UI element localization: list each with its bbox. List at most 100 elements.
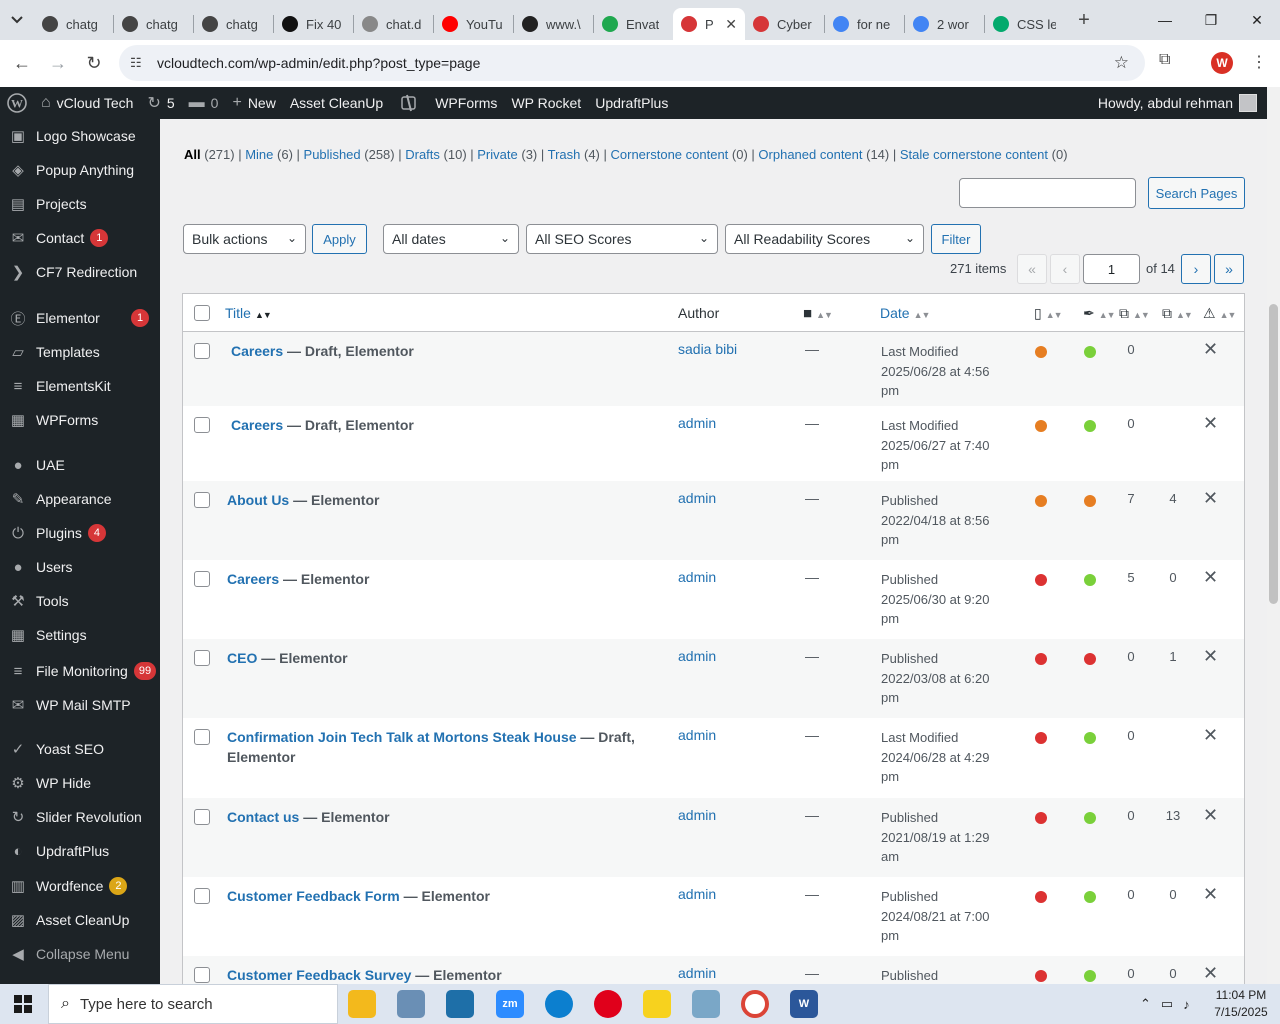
page-title-link[interactable]: Careers xyxy=(231,417,283,433)
browser-tab[interactable]: CSS le xyxy=(985,8,1064,40)
search-input[interactable] xyxy=(959,178,1136,208)
sidebar-item-elementskit[interactable]: ≡ ElementsKit xyxy=(0,369,160,403)
sidebar-item-wp-mail-smtp[interactable]: ✉ WP Mail SMTP xyxy=(0,688,160,722)
admin-bar-wpforms[interactable]: WPForms xyxy=(428,87,504,119)
wordpress-logo-icon[interactable]: W xyxy=(0,87,34,119)
title-column-header[interactable]: Title ▲▼ xyxy=(225,305,272,321)
incoming-links-column-header[interactable]: ⧉ ▲▼ xyxy=(1162,305,1193,322)
taskbar-clock[interactable]: 11:04 PM 7/15/2025 xyxy=(1210,987,1272,1021)
sidebar-item-popup-anything[interactable]: ◈ Popup Anything xyxy=(0,153,160,187)
author-link[interactable]: admin xyxy=(678,727,716,743)
view-mine[interactable]: Mine xyxy=(245,147,273,162)
row-checkbox[interactable] xyxy=(194,888,210,904)
sidebar-item-tools[interactable]: ⚒ Tools xyxy=(0,584,160,618)
view-stale-cornerstone-content[interactable]: Stale cornerstone content xyxy=(900,147,1048,162)
next-page-button[interactable]: › xyxy=(1181,254,1211,284)
close-icon[interactable]: ✕ xyxy=(1203,805,1218,826)
author-link[interactable]: admin xyxy=(678,807,716,823)
address-url[interactable]: vcloudtech.com/wp-admin/edit.php?post_ty… xyxy=(157,55,480,71)
page-title-link[interactable]: CEO xyxy=(227,650,257,666)
app-icon-3[interactable] xyxy=(692,990,720,1018)
opera-icon[interactable] xyxy=(594,990,622,1018)
zoom-icon[interactable]: zm xyxy=(496,990,524,1018)
select-all-checkbox[interactable] xyxy=(194,305,210,321)
view-private[interactable]: Private xyxy=(477,147,517,162)
author-link[interactable]: sadia bibi xyxy=(678,341,737,357)
chrome-menu-icon[interactable]: ⋮ xyxy=(1251,52,1267,72)
app-icon-2[interactable] xyxy=(446,990,474,1018)
sidebar-item-slider-revolution[interactable]: ↻ Slider Revolution xyxy=(0,800,160,834)
view-trash[interactable]: Trash xyxy=(548,147,581,162)
file-explorer-icon[interactable] xyxy=(348,990,376,1018)
profile-avatar[interactable]: W xyxy=(1211,52,1233,74)
tray-chevron-icon[interactable]: ⌃ xyxy=(1140,996,1151,1012)
browser-tab[interactable]: P ✕ xyxy=(673,8,745,40)
author-link[interactable]: admin xyxy=(678,415,716,431)
filter-button[interactable]: Filter xyxy=(931,224,981,254)
page-title-link[interactable]: About Us xyxy=(227,492,289,508)
page-title-link[interactable]: Contact us xyxy=(227,809,299,825)
browser-tab[interactable]: Envat xyxy=(594,8,673,40)
comments-column-header[interactable]: ■ ▲▼ xyxy=(803,305,833,322)
author-link[interactable]: admin xyxy=(678,886,716,902)
sidebar-item-cf7-redirection[interactable]: ❯ CF7 Redirection xyxy=(0,255,160,289)
admin-bar-comments[interactable]: ▬ 0 xyxy=(182,87,226,119)
admin-bar-updates[interactable]: ↻ 5 xyxy=(140,87,181,119)
row-checkbox[interactable] xyxy=(194,967,210,983)
sidebar-item-templates[interactable]: ▱ Templates xyxy=(0,335,160,369)
tab-search-chevron-icon[interactable] xyxy=(0,0,34,40)
page-title-link[interactable]: Careers xyxy=(227,571,279,587)
sidebar-item-settings[interactable]: ▦ Settings xyxy=(0,618,160,652)
browser-tab[interactable]: chat.d xyxy=(354,8,433,40)
scrollbar-thumb[interactable] xyxy=(1269,304,1278,604)
browser-tab[interactable]: 2 wor xyxy=(905,8,984,40)
view-cornerstone-content[interactable]: Cornerstone content xyxy=(611,147,729,162)
page-title-link[interactable]: Confirmation Join Tech Talk at Mortons S… xyxy=(227,729,577,745)
close-icon[interactable]: ✕ xyxy=(1203,963,1218,984)
date-column-header[interactable]: Date ▲▼ xyxy=(880,305,930,321)
sidebar-item-contact[interactable]: ✉ Contact 1 xyxy=(0,221,160,255)
close-icon[interactable]: ✕ xyxy=(1203,413,1218,434)
windows-start-icon[interactable] xyxy=(0,984,46,1024)
sidebar-item-logo-showcase[interactable]: ▣ Logo Showcase xyxy=(0,119,160,153)
browser-tab[interactable]: Cyber xyxy=(745,8,824,40)
word-icon[interactable]: W xyxy=(790,990,818,1018)
yoast-admin-icon[interactable] xyxy=(390,87,428,119)
sticky-notes-icon[interactable] xyxy=(643,990,671,1018)
taskbar-search[interactable]: ⌕ Type here to search xyxy=(48,984,338,1024)
current-page-input[interactable]: 1 xyxy=(1083,254,1140,284)
volume-icon[interactable]: ♪ xyxy=(1183,997,1190,1012)
admin-bar-updraftplus[interactable]: UpdraftPlus xyxy=(588,87,675,119)
page-title-link[interactable]: Customer Feedback Survey xyxy=(227,967,411,983)
sidebar-item-updraftplus[interactable]: ◐ UpdraftPlus xyxy=(0,834,160,868)
network-icon[interactable]: ▭ xyxy=(1161,996,1173,1012)
browser-tab[interactable]: chatg xyxy=(34,8,113,40)
browser-tab[interactable]: chatg xyxy=(114,8,193,40)
close-icon[interactable]: ✕ xyxy=(1203,339,1218,360)
sidebar-item-plugins[interactable]: ⏻ Plugins 4 xyxy=(0,516,160,550)
browser-tab[interactable]: Fix 40 xyxy=(274,8,353,40)
sidebar-item-appearance[interactable]: ✎ Appearance xyxy=(0,482,160,516)
app-icon[interactable] xyxy=(397,990,425,1018)
readability-select[interactable]: All Readability Scores ⌄ xyxy=(725,224,924,254)
row-checkbox[interactable] xyxy=(194,650,210,666)
warning-column-header[interactable]: ⚠ ▲▼ xyxy=(1203,305,1236,322)
search-pages-button[interactable]: Search Pages xyxy=(1148,177,1245,209)
admin-bar-site[interactable]: ⌂ vCloud Tech xyxy=(34,87,140,119)
author-link[interactable]: admin xyxy=(678,569,716,585)
author-link[interactable]: admin xyxy=(678,648,716,664)
view-drafts[interactable]: Drafts xyxy=(405,147,440,162)
author-link[interactable]: admin xyxy=(678,490,716,506)
view-all[interactable]: All xyxy=(184,147,201,162)
view-orphaned-content[interactable]: Orphaned content xyxy=(758,147,862,162)
admin-bar-wp-rocket[interactable]: WP Rocket xyxy=(504,87,588,119)
sidebar-item-file-monitoring[interactable]: ≡ File Monitoring 99 xyxy=(0,654,160,688)
browser-tab[interactable]: chatg xyxy=(194,8,273,40)
minimize-button[interactable]: — xyxy=(1142,0,1188,40)
row-checkbox[interactable] xyxy=(194,343,210,359)
sidebar-item-users[interactable]: ● Users xyxy=(0,550,160,584)
author-link[interactable]: admin xyxy=(678,965,716,981)
view-published[interactable]: Published xyxy=(304,147,361,162)
chrome-icon[interactable] xyxy=(741,990,769,1018)
apply-button[interactable]: Apply xyxy=(312,224,367,254)
